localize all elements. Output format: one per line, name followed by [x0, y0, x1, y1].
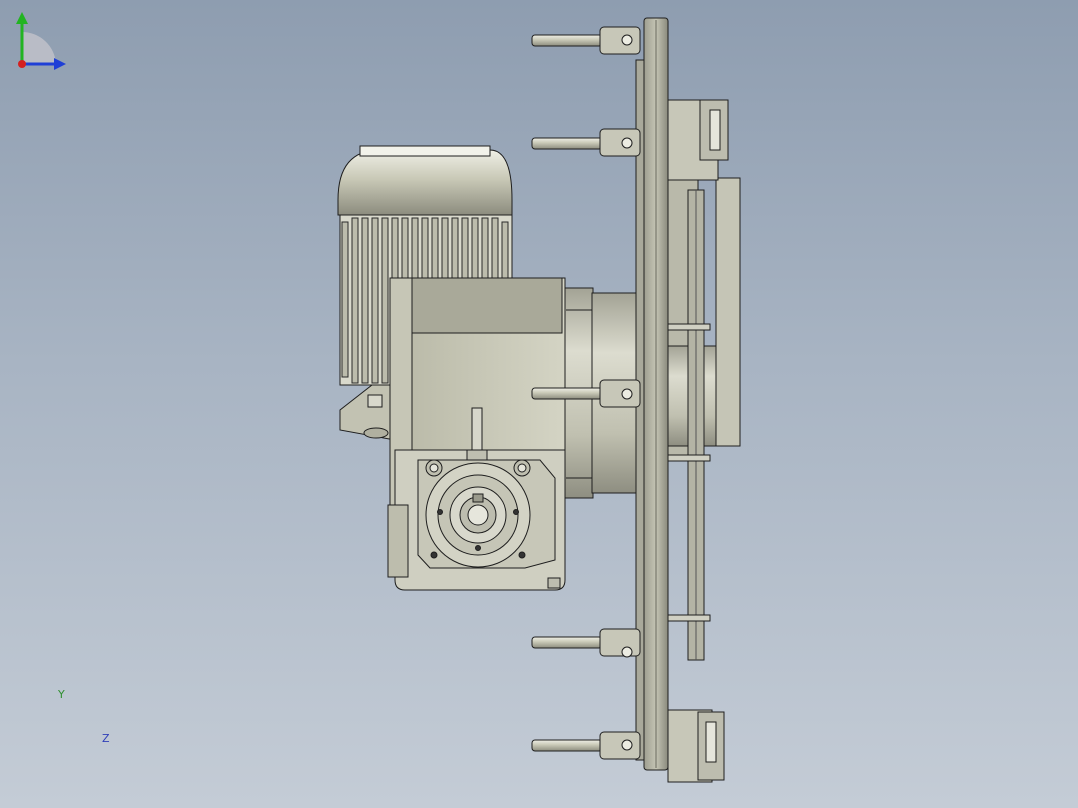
- cad-viewport[interactable]: Y Z: [0, 0, 1078, 808]
- cad-model-view[interactable]: [0, 0, 1078, 808]
- locking-pin-4: [531, 628, 641, 658]
- coordinate-triad-icon: [16, 12, 66, 70]
- locking-pin-2: [531, 128, 641, 157]
- locking-pin-5: [531, 731, 641, 760]
- locking-pins[interactable]: [531, 26, 641, 760]
- locking-pin-1: [531, 26, 641, 55]
- axis-y-label: Y: [58, 688, 65, 701]
- gearbox-housing[interactable]: [387, 277, 566, 591]
- axis-z-label: Z: [102, 732, 110, 745]
